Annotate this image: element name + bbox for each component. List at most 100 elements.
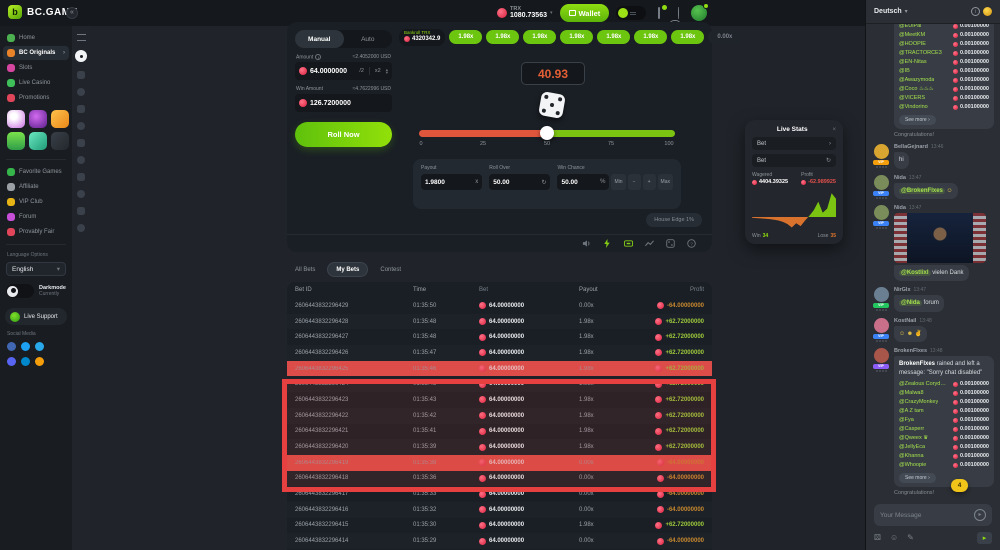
sidebar-item-vip-club[interactable]: VIP Club [3,195,69,209]
close-icon[interactable]: × [832,127,836,133]
hotkeys-icon[interactable] [623,239,633,249]
rain-recipient-name[interactable]: @MeetKM [899,32,925,40]
rain-recipient-name[interactable]: @VICERS [899,95,925,103]
bankroll-chip[interactable]: Bankroll TRX 4320342.9 [399,29,445,46]
turbo-icon[interactable] [602,239,612,249]
slider-track[interactable] [419,130,675,137]
tab-manual[interactable]: Manual [295,30,344,48]
chat-image-gif[interactable] [894,213,986,263]
tab-auto[interactable]: Auto [344,30,393,48]
game-tile-cards[interactable] [51,132,69,150]
roll-now-button[interactable]: Roll Now [295,122,392,147]
amount-stepper[interactable]: ▴▾ [386,68,388,75]
bet-row[interactable]: 260644383229641501:35:3064.000000001.98x… [287,518,712,534]
twitter-icon[interactable] [35,342,44,351]
double-bet-button[interactable]: x2 [373,68,383,74]
game-filters-icon[interactable] [77,34,86,41]
dice-shortcut-icon[interactable]: ⚄ [874,534,881,542]
rain-recipient-name[interactable]: @Fya [899,417,914,425]
sidebar-item-forum[interactable]: Forum [3,210,69,224]
messenger-icon[interactable] [21,357,30,366]
result-chip[interactable]: 1.98x [449,30,482,44]
slider-handle[interactable] [540,126,554,140]
game-tile-crystal[interactable] [29,132,47,150]
result-chip[interactable]: 1.98x [634,30,667,44]
game-tile-rocket[interactable] [7,132,25,150]
bet-row[interactable]: 260644383229642801:35:4864.000000001.98x… [287,314,712,330]
emoji-icon[interactable]: ☺ [890,534,898,542]
stats-icon[interactable] [644,239,654,249]
rail-item-game[interactable] [77,156,85,164]
sidebar-item-affiliate[interactable]: Affiliate [3,180,69,194]
rain-recipient-name[interactable]: @JellyEca [899,444,925,452]
wallet-button[interactable]: Wallet [560,4,610,22]
telegram-icon[interactable] [21,342,30,351]
avatar[interactable] [874,287,889,302]
facebook-icon[interactable] [7,342,16,351]
sidebar-item-home[interactable]: Home [3,31,69,45]
sidebar-item-provably-fair[interactable]: Provably Fair [3,225,69,239]
live-support-button[interactable]: Live Support [5,308,67,325]
game-tile-gem[interactable] [51,110,69,128]
sidebar-item-slots[interactable]: Slots [3,61,69,75]
balance-selector[interactable]: TRX 1080.73563 ▾ [497,6,553,20]
rain-recipient-name[interactable]: @Awazymoda [899,77,934,85]
half-bet-button[interactable]: /2 [357,68,366,74]
result-chip[interactable]: 1.98x [671,30,704,44]
chat-language-select[interactable]: Deutsch [874,8,902,15]
increase-button[interactable]: + [643,174,656,190]
game-tile-ball[interactable] [29,110,47,128]
discord-icon[interactable] [7,357,16,366]
trophy-icon[interactable] [983,7,992,16]
darkmode-toggle[interactable] [6,284,34,298]
rain-recipient-name[interactable]: @HOOPIE [899,41,926,49]
live-stats-filter[interactable]: Bet› [752,137,836,150]
sidebar-item-bc-originals[interactable]: BC Originals› [3,46,69,60]
new-messages-badge[interactable]: 4 [951,479,968,492]
language-select[interactable]: English▾ [6,262,66,276]
rail-item-game[interactable] [77,105,85,113]
rain-recipient-name[interactable]: @TRACTORCE3 [899,50,942,58]
user-mention[interactable]: @BrokenFlxes [899,188,945,194]
refresh-icon[interactable]: ↻ [541,179,546,186]
rail-item-game[interactable] [77,190,85,198]
rain-recipient-name[interactable]: @Khanna [899,453,924,461]
notifications-icon[interactable] [653,7,665,19]
amount-input[interactable]: 64.0000000 [310,68,354,75]
user-mention[interactable]: @Nida [899,300,922,306]
rail-item-game[interactable] [77,122,85,130]
rain-recipient-name[interactable]: @EN-Nitas [899,59,927,67]
bet-row[interactable]: 260644383229641401:35:2964.000000000.00x… [287,533,712,549]
bet-row[interactable]: 260644383229641601:35:3264.000000000.00x… [287,502,712,518]
bet-row[interactable]: 260644383229642501:35:4664.000000001.98x… [287,361,712,377]
avatar[interactable] [874,318,889,333]
bet-row[interactable]: 260644383229642401:35:4564.000000001.98x… [287,376,712,392]
send-plane-icon[interactable]: ▸ [974,509,986,521]
chat-message-list[interactable]: … gebracht oder?VIPKostNail13:16jaVIPDev… [866,24,1000,498]
result-chip[interactable]: 1.98x [597,30,630,44]
live-stats-reset[interactable]: Bet↻ [752,154,836,167]
edit-icon[interactable]: ✎ [907,534,914,542]
see-more-button[interactable]: See more › [899,473,936,483]
see-more-button[interactable]: See more › [899,115,936,125]
avatar[interactable] [874,175,889,190]
sidebar-item-live-casino[interactable]: Live Casino [3,76,69,90]
win-amount-input[interactable]: 126.7200000 [310,100,388,107]
rail-item-game[interactable] [77,88,85,96]
rail-item-game[interactable] [77,224,85,232]
rail-item-game[interactable] [77,139,85,147]
decrease-button[interactable]: − [628,174,641,190]
bet-row[interactable]: 260644383229642101:35:4164.000000001.98x… [287,424,712,440]
rain-recipient-name[interactable]: @IB [899,68,910,76]
avatar[interactable] [874,348,889,363]
rain-recipient-name[interactable]: @Coco ♨♨♨ [899,86,934,94]
profile-icon[interactable] [672,7,684,19]
bitcointalk-icon[interactable] [35,357,44,366]
min-button[interactable]: Min [611,174,625,190]
chat-rules-icon[interactable]: i [971,7,980,16]
sound-icon[interactable] [581,239,591,249]
sidebar-item-favorite-games[interactable]: Favorite Games [3,165,69,179]
currency-display-toggle[interactable] [616,6,646,20]
bet-row[interactable]: 260644383229642701:35:4864.000000001.98x… [287,329,712,345]
rain-recipient-name[interactable]: @A Z tam [899,408,924,416]
